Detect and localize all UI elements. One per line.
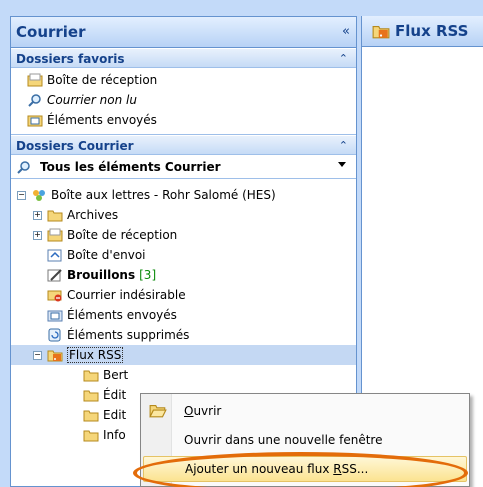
unread-count-badge: [3] bbox=[139, 268, 157, 282]
folder-label: Éléments supprimés bbox=[67, 328, 190, 342]
folder-icon bbox=[83, 430, 99, 442]
sent-folder-icon bbox=[27, 115, 43, 127]
nav-header: Courrier « bbox=[11, 17, 356, 48]
folder-sent[interactable]: Éléments envoyés bbox=[11, 305, 356, 325]
folder-icon bbox=[47, 210, 63, 222]
mail-folders-section-title: Dossiers Courrier bbox=[16, 139, 134, 153]
folder-rss-feeds[interactable]: − Flux RSS bbox=[11, 345, 356, 365]
mailbox-icon bbox=[33, 190, 45, 201]
menu-item-open[interactable]: Ouvrir bbox=[143, 398, 467, 424]
folder-icon bbox=[83, 390, 99, 402]
folder-label: Brouillons bbox=[67, 268, 136, 282]
menu-item-add-rss-feed[interactable]: Ajouter un nouveau flux RSS... bbox=[143, 456, 467, 482]
chevron-up-icon[interactable]: ⌃ bbox=[339, 139, 348, 152]
rss-feed-label: Edit bbox=[103, 408, 127, 422]
fav-item-unread[interactable]: Courrier non lu bbox=[11, 90, 356, 110]
mailbox-label: Boîte aux lettres - Rohr Salomé (HES) bbox=[51, 188, 276, 202]
sent-folder-icon bbox=[47, 310, 63, 322]
fav-item-label: Éléments envoyés bbox=[47, 113, 157, 127]
folder-outbox[interactable]: Boîte d'envoi bbox=[11, 245, 356, 265]
inbox-folder-icon bbox=[27, 73, 43, 87]
collapse-toggle-icon[interactable]: − bbox=[17, 190, 26, 200]
folder-deleted[interactable]: Éléments supprimés bbox=[11, 325, 356, 345]
search-folder-icon bbox=[17, 160, 30, 174]
search-folder-icon bbox=[28, 94, 41, 107]
chevron-up-icon[interactable]: ⌃ bbox=[339, 52, 348, 65]
deleted-items-icon bbox=[48, 328, 61, 342]
rss-folder-icon bbox=[372, 25, 390, 39]
folder-icon bbox=[83, 370, 99, 382]
all-mail-items-selector[interactable]: Tous les éléments Courrier bbox=[11, 155, 356, 179]
open-folder-icon bbox=[149, 404, 167, 418]
rss-folder-icon bbox=[47, 350, 63, 362]
content-title: Flux RSS bbox=[395, 22, 469, 40]
expand-toggle-icon[interactable]: + bbox=[33, 210, 42, 220]
nav-title: Courrier bbox=[16, 23, 86, 41]
rss-feed-label: Édit bbox=[103, 388, 127, 402]
favorites-section-title: Dossiers favoris bbox=[16, 52, 125, 66]
context-menu: Ouvrir Ouvrir dans une nouvelle fenêtre … bbox=[140, 393, 470, 487]
folder-archives[interactable]: + Archives bbox=[11, 205, 356, 225]
folder-label: Boîte d'envoi bbox=[67, 248, 146, 262]
fav-item-label: Courrier non lu bbox=[47, 93, 137, 107]
rss-feed-item[interactable]: Bert bbox=[11, 365, 356, 385]
collapse-toggle-icon[interactable]: − bbox=[33, 350, 42, 360]
folder-label: Boîte de réception bbox=[67, 228, 178, 242]
folder-label: Courrier indésirable bbox=[67, 288, 186, 302]
folder-label: Flux RSS bbox=[67, 347, 124, 363]
fav-item-label: Boîte de réception bbox=[47, 73, 158, 87]
menu-item-open-new-window[interactable]: Ouvrir dans une nouvelle fenêtre bbox=[143, 427, 467, 453]
expand-toggle-icon[interactable]: + bbox=[33, 230, 42, 240]
outbox-icon bbox=[47, 249, 62, 262]
drafts-icon bbox=[47, 269, 62, 282]
folder-label: Archives bbox=[67, 208, 119, 222]
folder-drafts[interactable]: Brouillons [3] bbox=[11, 265, 356, 285]
favorites-list: Boîte de réception Courrier non lu Éléme… bbox=[11, 68, 356, 135]
fav-item-inbox[interactable]: Boîte de réception bbox=[11, 70, 356, 90]
all-mail-items-label: Tous les éléments Courrier bbox=[40, 159, 221, 174]
folder-junk[interactable]: Courrier indésirable bbox=[11, 285, 356, 305]
folder-icon bbox=[83, 410, 99, 422]
junk-mail-icon bbox=[47, 290, 62, 302]
rss-feed-label: Bert bbox=[103, 368, 129, 382]
inbox-folder-icon bbox=[47, 228, 63, 242]
menu-item-label: Ajouter un nouveau flux RSS... bbox=[185, 462, 369, 476]
mailbox-node[interactable]: − Boîte aux lettres - Rohr Salomé (HES) bbox=[11, 185, 356, 205]
rss-feed-label: Info bbox=[103, 428, 126, 442]
dropdown-arrow-icon[interactable] bbox=[338, 162, 346, 167]
content-header: Flux RSS bbox=[362, 16, 483, 47]
menu-item-label: Ouvrir dans une nouvelle fenêtre bbox=[184, 433, 383, 447]
folder-inbox[interactable]: + Boîte de réception bbox=[11, 225, 356, 245]
fav-item-sent[interactable]: Éléments envoyés bbox=[11, 110, 356, 130]
collapse-pane-button[interactable]: « bbox=[342, 24, 350, 39]
menu-item-label: Ouvrir bbox=[184, 404, 222, 418]
mail-folders-section-header[interactable]: Dossiers Courrier ⌃ bbox=[11, 135, 356, 155]
favorites-section-header[interactable]: Dossiers favoris ⌃ bbox=[11, 48, 356, 68]
folder-label: Éléments envoyés bbox=[67, 308, 177, 322]
